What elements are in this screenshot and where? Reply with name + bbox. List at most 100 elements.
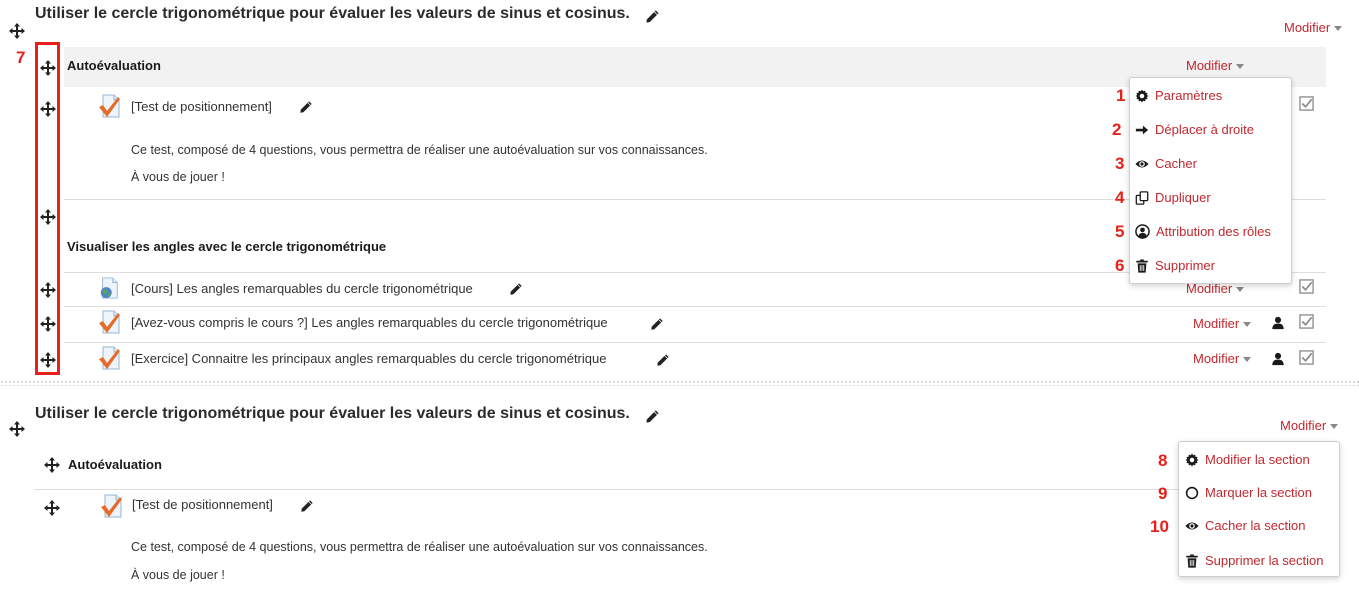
callout-number: 4: [1115, 188, 1125, 207]
edit-title-pencil-icon[interactable]: [645, 409, 660, 424]
activity-note: À vous de jouer !: [131, 170, 225, 184]
sub-section-title: Autoévaluation: [67, 58, 161, 73]
modifier-label: Modifier: [1193, 351, 1240, 366]
eye-icon: [1185, 519, 1199, 533]
section-modifier-menu[interactable]: Modifier: [1284, 20, 1343, 35]
activity-action-menu: [1129, 77, 1292, 284]
section-move-icon[interactable]: [9, 23, 25, 39]
divider: [64, 306, 1326, 307]
chevron-down-icon: [1330, 424, 1339, 430]
activity-title[interactable]: [Exercice] Connaitre les principaux angl…: [131, 351, 606, 366]
trash-icon: [1135, 259, 1149, 273]
section-modifier-menu[interactable]: Modifier: [1280, 418, 1339, 433]
top-section: Utiliser le cercle trigonométrique pour …: [0, 0, 1359, 380]
activity-description: Ce test, composé de 4 questions, vous pe…: [131, 143, 708, 157]
menu-item-label: Déplacer à droite: [1155, 122, 1254, 137]
callout-number: 9: [1158, 484, 1168, 503]
menu-item-label: Modifier la section: [1205, 452, 1310, 467]
completion-checkbox[interactable]: [1299, 350, 1314, 365]
menu-item-cacher[interactable]: Cacher: [1135, 156, 1197, 171]
section-move-icon[interactable]: [9, 421, 25, 437]
panel-separator: [0, 380, 1359, 386]
menu-item-label: Cacher: [1155, 156, 1197, 171]
bottom-section: Utiliser le cercle trigonométrique pour …: [0, 388, 1359, 589]
menu-item-label: Attribution des rôles: [1156, 224, 1271, 239]
modifier-label: Modifier: [1193, 316, 1240, 331]
sub-section-title-2: Visualiser les angles avec le cercle tri…: [67, 239, 387, 254]
activity-title[interactable]: [Avez-vous compris le cours ?] Les angle…: [131, 315, 608, 330]
completion-checkbox[interactable]: [1299, 279, 1314, 294]
menu-item-marquer-section[interactable]: Marquer la section: [1185, 485, 1312, 500]
duplicate-icon: [1135, 191, 1149, 205]
chevron-down-icon: [1236, 287, 1245, 293]
activity-title[interactable]: [Cours] Les angles remarquables du cercl…: [131, 281, 473, 296]
activity-modifier-menu[interactable]: Modifier: [1193, 351, 1252, 366]
menu-item-modifier-section[interactable]: Modifier la section: [1185, 452, 1310, 467]
modifier-label: Modifier: [1284, 20, 1331, 35]
edit-activity-pencil-icon[interactable]: [509, 282, 523, 296]
gear-icon: [1185, 453, 1199, 467]
modifier-label: Modifier: [1186, 58, 1233, 73]
edit-activity-pencil-icon[interactable]: [650, 317, 664, 331]
menu-item-label: Supprimer la section: [1205, 553, 1324, 568]
edit-activity-pencil-icon[interactable]: [299, 100, 313, 114]
edit-activity-pencil-icon[interactable]: [656, 353, 670, 367]
person-icon[interactable]: [1271, 316, 1285, 330]
activity-title[interactable]: [Test de positionnement]: [132, 497, 273, 512]
user-circle-icon: [1135, 224, 1150, 239]
menu-item-supprimer-section[interactable]: Supprimer la section: [1185, 553, 1324, 568]
divider: [34, 489, 1179, 490]
completion-checkbox[interactable]: [1299, 314, 1314, 329]
activity-modifier-menu[interactable]: Modifier: [1193, 316, 1252, 331]
edit-activity-pencil-icon[interactable]: [300, 499, 314, 513]
chevron-down-icon: [1236, 64, 1245, 70]
menu-item-cacher-section[interactable]: Cacher la section: [1185, 518, 1305, 533]
sub-section-title: Autoévaluation: [68, 457, 162, 472]
resource-globe-icon: [98, 277, 120, 299]
menu-item-label: Paramètres: [1155, 88, 1223, 103]
menu-item-label: Marquer la section: [1205, 485, 1312, 500]
arrow-right-icon: [1135, 123, 1149, 137]
quiz-icon: [98, 310, 122, 334]
gear-icon: [1135, 89, 1149, 103]
menu-item-label: Dupliquer: [1155, 190, 1211, 205]
callout-number: 1: [1116, 86, 1126, 105]
chevron-down-icon: [1334, 26, 1343, 32]
menu-item-parametres[interactable]: Paramètres: [1135, 88, 1222, 103]
callout-number: 10: [1150, 517, 1169, 536]
menu-item-supprimer[interactable]: Supprimer: [1135, 258, 1215, 273]
move-handle-icon[interactable]: [44, 457, 60, 473]
callout-number: 2: [1112, 120, 1122, 139]
menu-item-attribution-roles[interactable]: Attribution des rôles: [1135, 224, 1271, 239]
activity-note: À vous de jouer !: [131, 568, 225, 582]
sub-section-modifier-menu[interactable]: Modifier: [1186, 58, 1245, 73]
quiz-icon: [98, 94, 122, 118]
chevron-down-icon: [1243, 357, 1252, 363]
activity-title[interactable]: [Test de positionnement]: [131, 99, 272, 114]
edit-title-pencil-icon[interactable]: [645, 9, 660, 24]
menu-item-deplacer[interactable]: Déplacer à droite: [1135, 122, 1254, 137]
menu-item-label: Cacher la section: [1205, 518, 1306, 533]
modifier-label: Modifier: [1280, 418, 1327, 433]
callout-number: 7: [16, 48, 26, 67]
section-title: Utiliser le cercle trigonométrique pour …: [35, 5, 630, 22]
quiz-icon: [100, 494, 124, 518]
circle-icon: [1185, 486, 1199, 500]
activity-description: Ce test, composé de 4 questions, vous pe…: [131, 540, 708, 554]
callout-number: 5: [1115, 222, 1125, 241]
callout-number: 3: [1115, 154, 1125, 173]
person-icon[interactable]: [1271, 352, 1285, 366]
move-handle-icon[interactable]: [44, 500, 60, 516]
highlight-box: [35, 42, 60, 375]
trash-icon: [1185, 554, 1199, 568]
menu-item-label: Supprimer: [1155, 258, 1215, 273]
eye-icon: [1135, 157, 1149, 171]
quiz-icon: [98, 346, 122, 370]
completion-checkbox[interactable]: [1299, 96, 1314, 111]
callout-number: 8: [1158, 451, 1168, 470]
callout-number: 6: [1115, 256, 1125, 275]
divider: [64, 342, 1326, 343]
menu-item-dupliquer[interactable]: Dupliquer: [1135, 190, 1211, 205]
section-title: Utiliser le cercle trigonométrique pour …: [35, 405, 630, 422]
chevron-down-icon: [1243, 322, 1252, 328]
